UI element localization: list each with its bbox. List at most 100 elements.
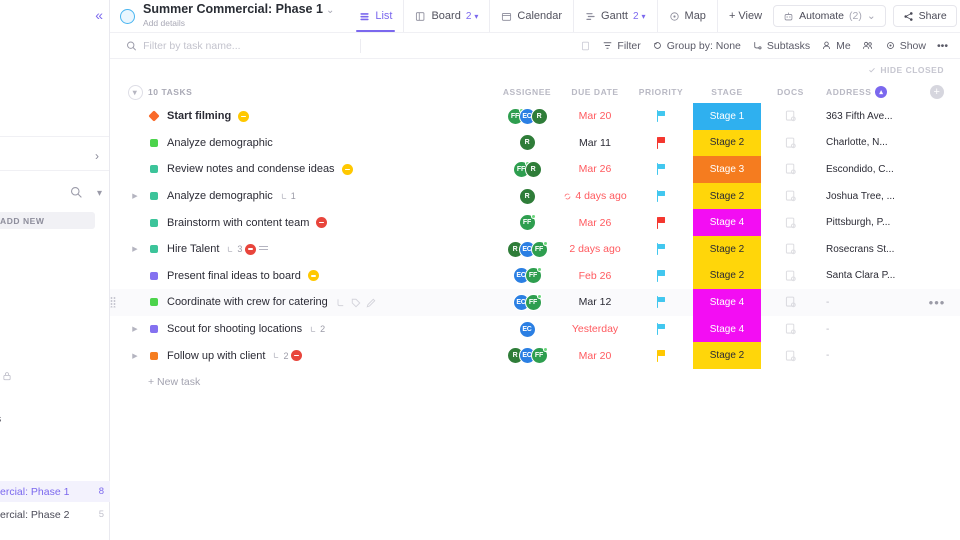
sidebar-expand-row-icon[interactable]: › <box>95 149 99 163</box>
task-name-cell[interactable]: Start filming <box>148 110 495 122</box>
priority-cell[interactable] <box>631 349 691 362</box>
warning-badge-icon[interactable] <box>238 110 250 122</box>
subtask-count-chip[interactable]: 2 <box>272 351 288 361</box>
avatar[interactable]: FF <box>530 347 548 365</box>
task-status-dot[interactable] <box>150 351 158 360</box>
due-date-cell[interactable]: Mar 20 <box>559 110 631 122</box>
priority-cell[interactable] <box>631 136 691 149</box>
page-subtitle[interactable]: Add details <box>143 18 334 29</box>
stage-cell[interactable]: Stage 2 <box>691 235 763 263</box>
table-row[interactable]: ▶ Analyze demographic 1 R 4 days ago Stage 2 J… <box>110 182 960 210</box>
chevron-right-icon[interactable]: ▶ <box>129 245 141 253</box>
table-row[interactable]: Review notes and condense ideas FF R Mar 26… <box>110 156 960 183</box>
priority-cell[interactable] <box>631 243 691 256</box>
chevron-down-icon[interactable]: ▾ <box>642 12 646 21</box>
chevron-down-icon[interactable]: ▾ <box>474 12 478 21</box>
due-date-cell[interactable]: Mar 26 <box>559 217 631 229</box>
task-status-dot[interactable] <box>150 325 158 334</box>
sidebar-collapse-icon[interactable]: « <box>95 8 103 22</box>
stage-cell[interactable]: Stage 2 <box>691 262 763 290</box>
docs-cell[interactable] <box>763 162 818 176</box>
share-button[interactable]: Share <box>892 5 957 27</box>
sidebar-search-icon[interactable] <box>70 186 83 199</box>
assignee-cell[interactable]: FF R <box>495 160 559 178</box>
assignee-cell[interactable]: R EC FF <box>495 347 559 365</box>
stage-cell[interactable]: Stage 2 <box>691 182 763 210</box>
column-header-assignee[interactable]: ASSIGNEE <box>495 87 559 97</box>
row-more-icon[interactable]: ••• <box>929 296 946 309</box>
address-cell[interactable]: 363 Fifth Ave... <box>818 111 914 122</box>
table-row[interactable]: Start filming FF EC R Mar 20 Stage 1 363 Fifth… <box>110 103 960 130</box>
priority-cell[interactable] <box>631 190 691 203</box>
docs-cell[interactable] <box>763 136 818 150</box>
automate-button[interactable]: Automate (2) ⌄ <box>773 5 886 27</box>
table-row[interactable]: Coordinate with crew for catering EC FF Mar… <box>110 289 960 316</box>
search-input[interactable] <box>143 39 356 52</box>
priority-cell[interactable] <box>631 323 691 336</box>
address-cell[interactable]: Santa Clara P... <box>818 270 914 281</box>
subtasks-button[interactable]: Subtasks <box>752 40 810 52</box>
address-cell[interactable]: - <box>818 297 914 308</box>
people-button[interactable] <box>862 40 874 51</box>
assignee-cell[interactable]: FF EC R <box>495 107 559 125</box>
task-name-cell[interactable]: Analyze demographic 1 <box>148 190 495 202</box>
assignee-cell[interactable]: FF <box>495 214 559 232</box>
assignee-cell[interactable]: EC FF <box>495 293 559 311</box>
task-status-dot[interactable] <box>150 138 158 147</box>
group-by-button[interactable]: Group by: None <box>652 40 741 52</box>
stage-cell[interactable]: Stage 2 <box>691 129 763 157</box>
stage-cell[interactable]: Stage 4 <box>691 315 763 343</box>
tab-gantt[interactable]: Gantt 2 ▾ <box>574 0 658 32</box>
group-collapse-icon[interactable]: ▾ <box>127 84 143 100</box>
assignee-cell[interactable]: EC FF <box>495 267 559 285</box>
due-date-cell[interactable]: Feb 26 <box>559 270 631 282</box>
task-name-cell[interactable]: Scout for shooting locations 2 <box>148 323 495 335</box>
due-date-cell[interactable]: Mar 26 <box>559 163 631 175</box>
warning-badge-icon[interactable] <box>307 270 319 282</box>
column-header-stage[interactable]: STAGE <box>691 81 763 103</box>
column-header-docs[interactable]: DOCS <box>763 87 818 97</box>
task-name-cell[interactable]: Analyze demographic <box>148 137 495 149</box>
tab-map[interactable]: Map <box>658 0 718 32</box>
stage-cell[interactable]: Stage 3 <box>691 156 763 183</box>
chevron-right-icon[interactable]: ▶ <box>129 352 141 360</box>
avatar[interactable]: FF <box>524 267 542 285</box>
me-button[interactable]: Me <box>821 40 851 52</box>
task-status-dot[interactable] <box>150 218 158 227</box>
column-header-address[interactable]: ADDRESS ▴ <box>818 86 914 98</box>
add-column-button[interactable]: + <box>930 85 944 99</box>
address-cell[interactable]: Charlotte, N... <box>818 137 914 148</box>
avatar[interactable]: FF <box>518 214 536 232</box>
assignee-cell[interactable]: R EC FF <box>495 240 559 258</box>
sidebar-ghost-item-0[interactable]: s <box>0 413 1 425</box>
avatar[interactable]: EC <box>518 320 536 338</box>
assignee-cell[interactable]: R <box>495 187 559 205</box>
tab-add-view[interactable]: + View <box>718 0 773 32</box>
chevron-down-icon[interactable]: ⌄ <box>867 10 876 22</box>
address-cell[interactable]: Rosecrans St... <box>818 244 914 255</box>
priority-cell[interactable] <box>631 216 691 229</box>
tag-icon[interactable] <box>350 296 362 308</box>
priority-cell[interactable] <box>631 269 691 282</box>
priority-cell[interactable] <box>631 163 691 176</box>
avatar[interactable]: R <box>530 107 548 125</box>
blocked-badge-icon[interactable] <box>316 217 328 229</box>
table-row[interactable]: Analyze demographic R Mar 11 Stage 2 Charlot… <box>110 129 960 157</box>
task-status-dot[interactable] <box>148 110 160 122</box>
edit-icon[interactable] <box>365 296 377 308</box>
tab-list[interactable]: List <box>348 0 405 32</box>
due-date-cell[interactable]: Yesterday <box>559 323 631 335</box>
column-header-due-date[interactable]: DUE DATE <box>559 87 631 97</box>
task-name-cell[interactable]: Hire Talent 3 <box>148 243 495 255</box>
docs-cell[interactable] <box>763 109 818 123</box>
stage-cell[interactable]: Stage 4 <box>691 209 763 236</box>
drag-grip-icon[interactable] <box>110 296 116 308</box>
address-cell[interactable]: Pittsburgh, P... <box>818 217 914 228</box>
due-date-cell[interactable]: 4 days ago <box>559 190 631 202</box>
due-date-cell[interactable]: 2 days ago <box>559 243 631 255</box>
stage-cell[interactable]: Stage 4 <box>691 289 763 316</box>
hide-closed-toggle[interactable]: HIDE CLOSED <box>868 65 944 75</box>
address-cell[interactable]: Joshua Tree, ... <box>818 191 914 202</box>
blocked-badge-icon[interactable] <box>245 243 257 255</box>
page-icon-button[interactable] <box>580 40 591 52</box>
